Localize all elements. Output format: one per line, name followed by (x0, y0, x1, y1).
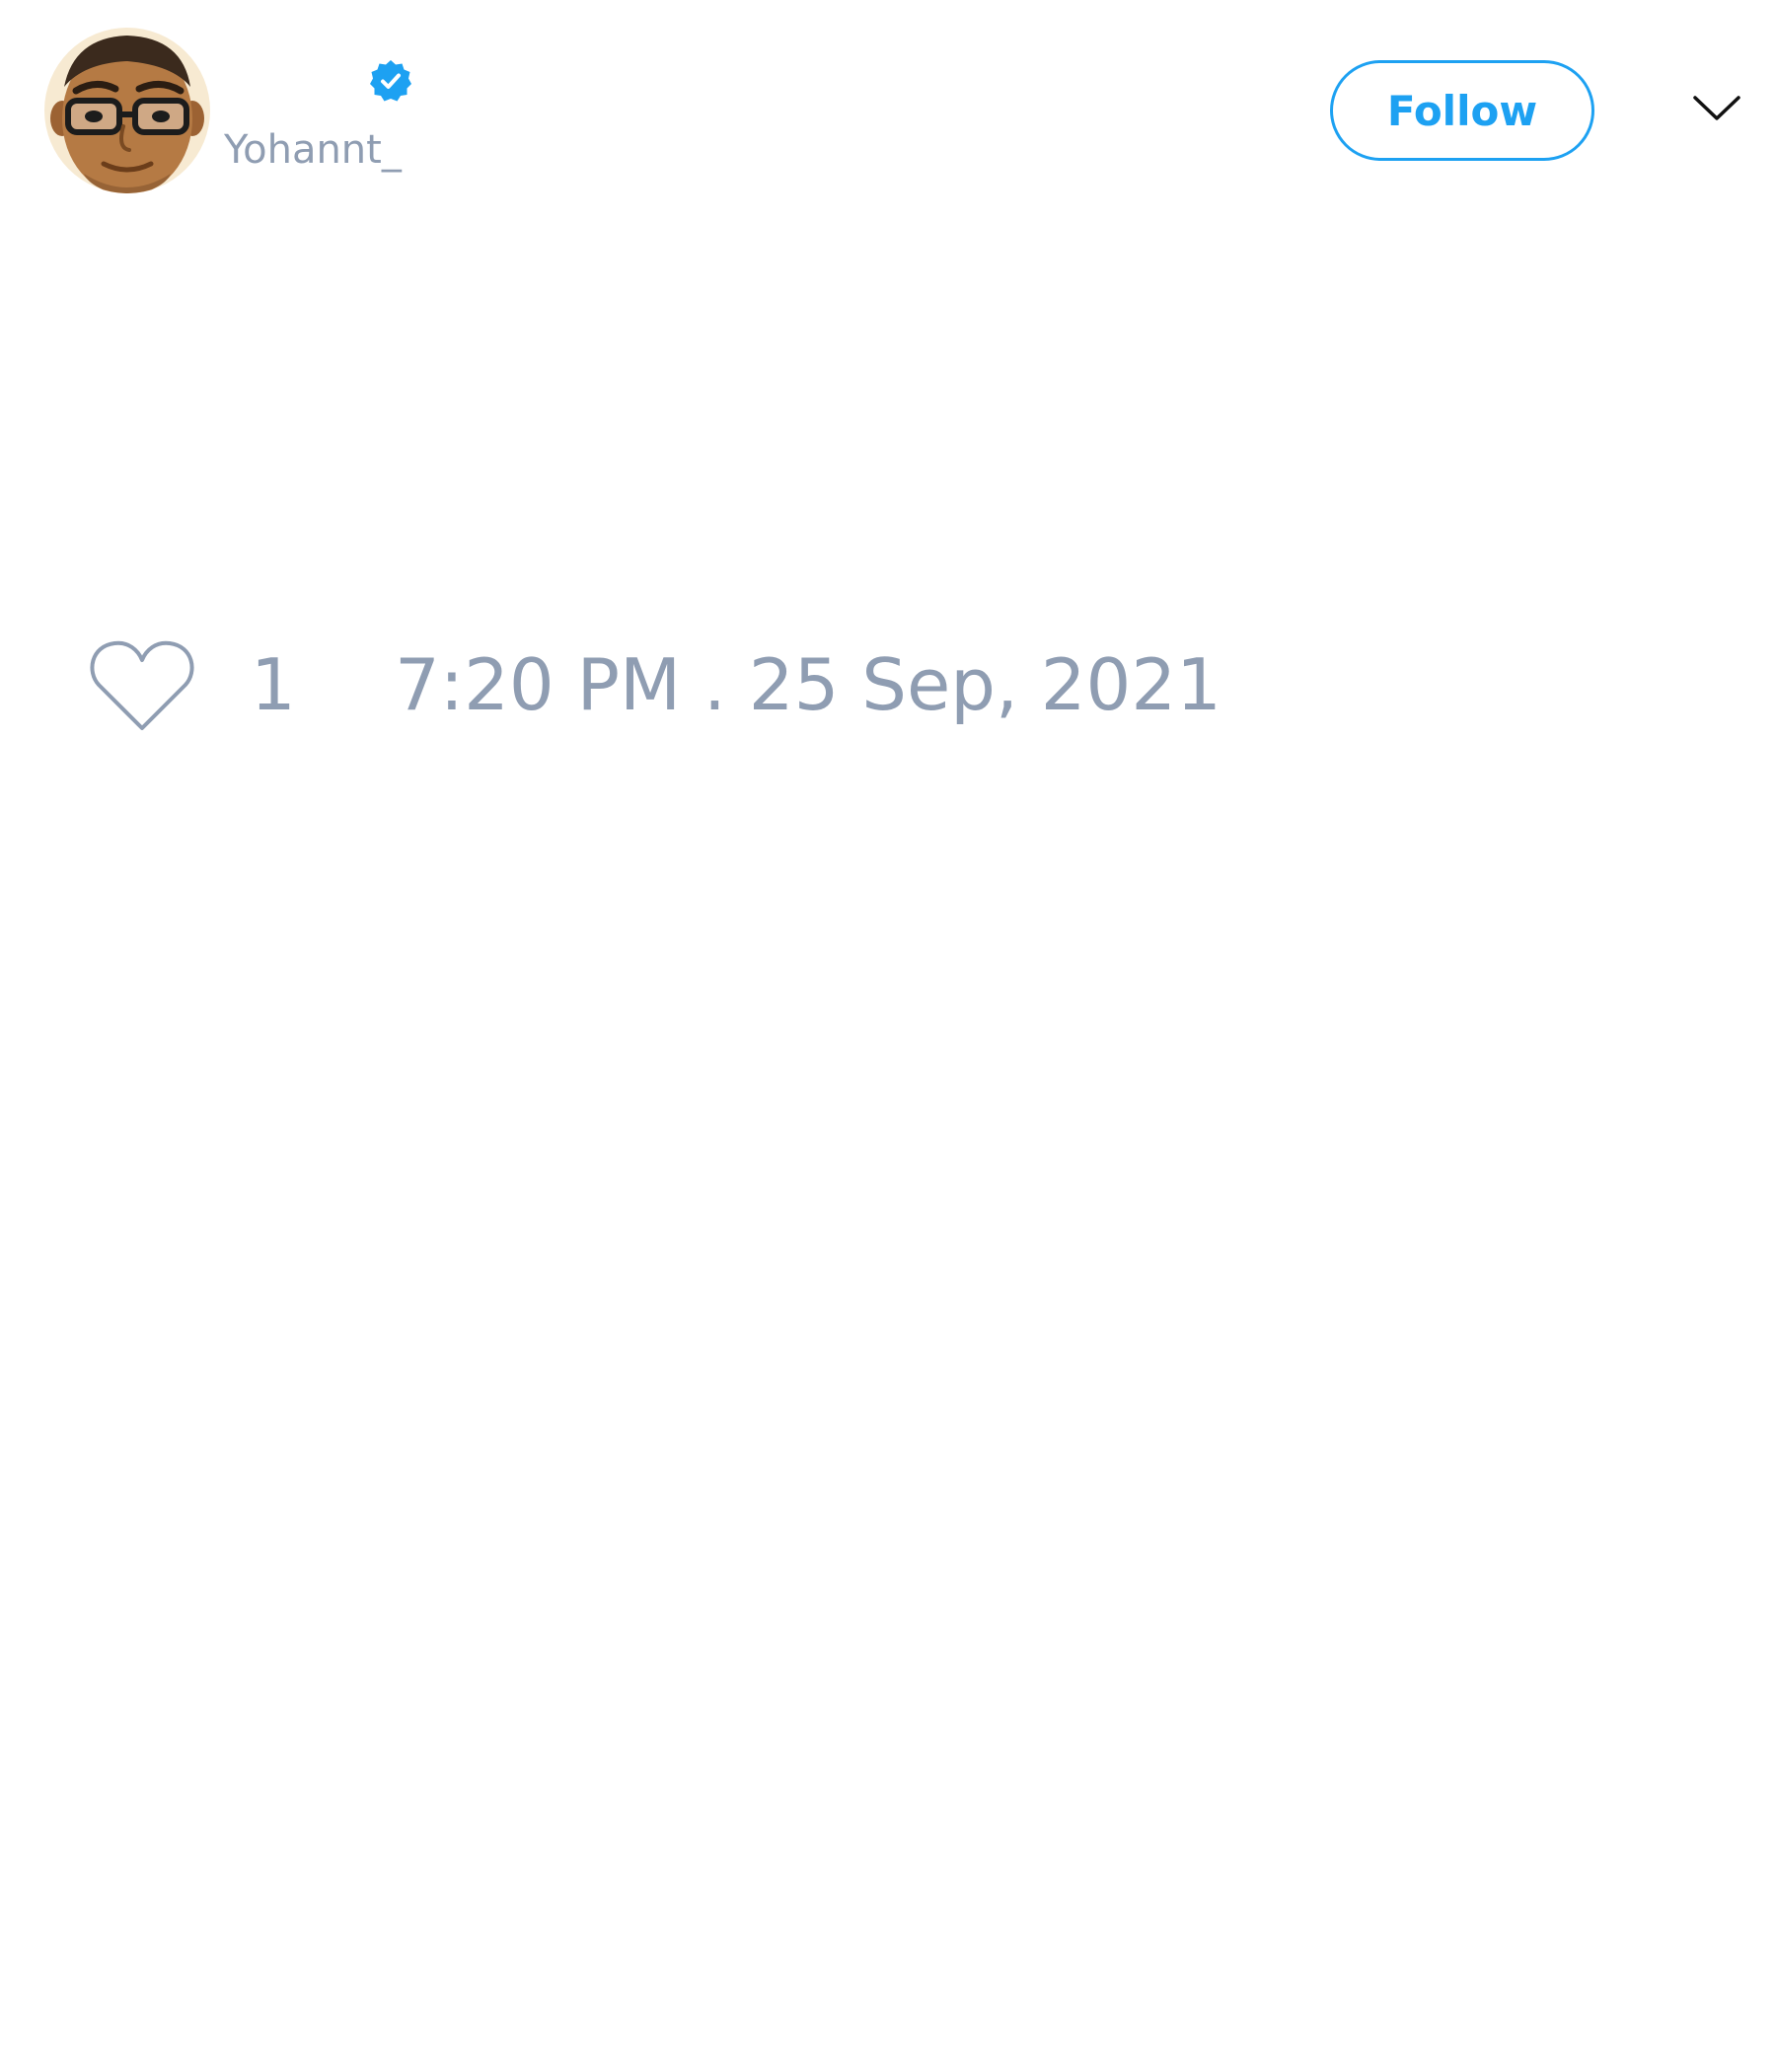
heart-icon[interactable] (89, 636, 195, 735)
tweet-timestamp[interactable]: 7:20 PM . 25 Sep, 2021 (395, 643, 1221, 726)
follow-button[interactable]: Follow (1330, 60, 1594, 161)
avatar-image (44, 28, 210, 193)
author-username[interactable]: Yohannt_ (224, 126, 402, 174)
verified-badge-icon (370, 60, 411, 102)
like-count: 1 (251, 643, 296, 726)
chevron-down-icon[interactable] (1692, 89, 1741, 128)
avatar[interactable] (44, 28, 210, 193)
